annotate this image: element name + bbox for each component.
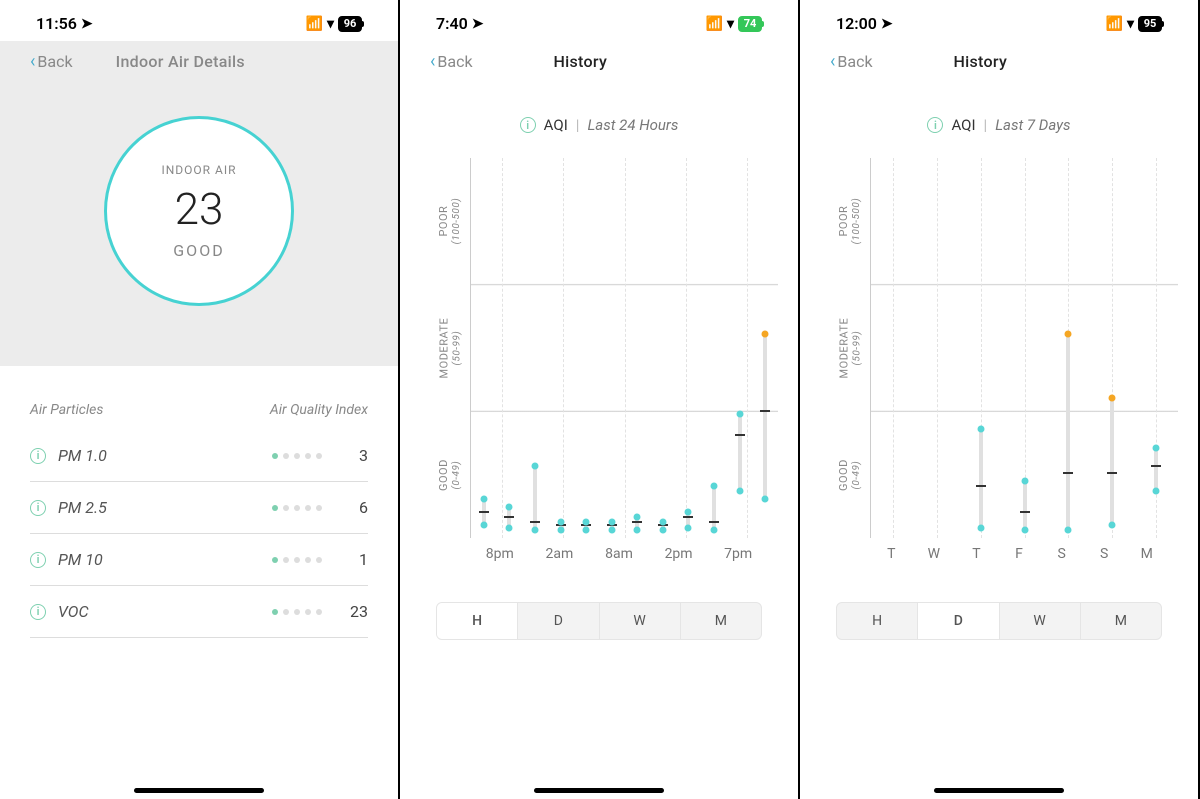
period-label: Last 24 Hours — [587, 116, 678, 134]
particle-row[interactable]: i PM 2.5 6 — [30, 482, 368, 534]
signal-icon: 📶 — [306, 16, 323, 32]
x-label: S — [1040, 546, 1083, 562]
segment-m[interactable]: M — [1080, 603, 1161, 639]
range-segmented-control[interactable]: HDWM — [436, 602, 762, 640]
aqi-status: GOOD — [173, 241, 224, 260]
x-label: 2pm — [649, 546, 709, 562]
divider: | — [576, 116, 580, 134]
particle-name: PM 2.5 — [58, 498, 272, 517]
wifi-icon: ▾ — [727, 16, 734, 32]
home-indicator[interactable] — [134, 788, 264, 793]
y-band: MODERATE(50-99) — [830, 285, 870, 412]
severity-dots — [272, 557, 322, 563]
status-time: 7:40 — [436, 14, 468, 33]
x-label: 7pm — [708, 546, 768, 562]
location-icon: ➤ — [881, 16, 893, 32]
particle-row[interactable]: i PM 10 1 — [30, 534, 368, 586]
status-time: 12:00 — [836, 14, 877, 33]
x-label: 8am — [589, 546, 649, 562]
x-label: 2am — [530, 546, 590, 562]
metric-label: AQI — [544, 116, 568, 134]
battery-icon: 96 — [338, 16, 362, 32]
segment-h[interactable]: H — [837, 603, 917, 639]
y-band: GOOD(0-49) — [830, 411, 870, 538]
particle-row[interactable]: i PM 1.0 3 — [30, 430, 368, 482]
history-subheader: i AQI | Last 24 Hours — [430, 86, 768, 158]
segment-m[interactable]: M — [680, 603, 761, 639]
info-icon[interactable]: i — [520, 117, 536, 133]
divider: | — [984, 116, 988, 134]
severity-dots — [272, 505, 322, 511]
metric-label: AQI — [951, 116, 975, 134]
status-bar: 12:00 ➤ 📶 ▾ 95 — [830, 0, 1168, 41]
signal-icon: 📶 — [1106, 16, 1123, 32]
x-label: F — [998, 546, 1041, 562]
segment-w[interactable]: W — [999, 603, 1080, 639]
home-indicator[interactable] — [534, 788, 664, 793]
status-time: 11:56 — [36, 14, 77, 33]
status-bar: 7:40 ➤ 📶 ▾ 74 — [430, 0, 768, 41]
particle-name: PM 10 — [58, 550, 272, 569]
page-title: History — [833, 52, 1128, 71]
wifi-icon: ▾ — [327, 16, 334, 32]
page-title: History — [433, 52, 728, 71]
aqi-ring[interactable]: INDOOR AIR 23 GOOD — [104, 116, 294, 306]
segment-w[interactable]: W — [599, 603, 680, 639]
page-title: Indoor Air Details — [33, 52, 328, 71]
x-label: 8pm — [470, 546, 530, 562]
segment-d[interactable]: D — [917, 603, 998, 639]
segment-h[interactable]: H — [437, 603, 517, 639]
screen-history-7d: 12:00 ➤ 📶 ▾ 95 ‹ Back History i AQI | La… — [800, 0, 1200, 799]
location-icon: ➤ — [81, 16, 93, 32]
aqi-hero: INDOOR AIR 23 GOOD — [0, 76, 398, 366]
info-icon[interactable]: i — [30, 552, 46, 568]
info-icon[interactable]: i — [30, 448, 46, 464]
aqi-value: 23 — [175, 183, 224, 235]
particle-value: 6 — [338, 498, 368, 517]
range-segmented-control[interactable]: HDWM — [836, 602, 1162, 640]
particle-row[interactable]: i VOC 23 — [30, 586, 368, 638]
particle-name: VOC — [58, 602, 272, 621]
x-label: M — [1125, 546, 1168, 562]
history-subheader: i AQI | Last 7 Days — [830, 86, 1168, 158]
aqi-chart-7d[interactable]: POOR(100-500)MODERATE(50-99)GOOD(0-49) — [830, 158, 1178, 538]
particle-value: 23 — [338, 602, 368, 621]
info-icon[interactable]: i — [927, 117, 943, 133]
nav-header: ‹ Back History — [430, 41, 768, 86]
x-label: T — [870, 546, 913, 562]
aqi-chart-24h[interactable]: POOR(100-500)MODERATE(50-99)GOOD(0-49) — [430, 158, 778, 538]
y-band: GOOD(0-49) — [430, 411, 470, 538]
nav-header: ‹ Back History — [830, 41, 1168, 86]
y-band: POOR(100-500) — [830, 158, 870, 285]
particle-value: 3 — [338, 446, 368, 465]
x-axis-labels: TWTFSSM — [830, 538, 1168, 562]
wifi-icon: ▾ — [1127, 16, 1134, 32]
table-header-left: Air Particles — [30, 402, 103, 418]
segment-d[interactable]: D — [517, 603, 598, 639]
x-axis-labels: 8pm2am8am2pm7pm — [430, 538, 768, 562]
battery-icon: 74 — [738, 16, 762, 32]
signal-icon: 📶 — [706, 16, 723, 32]
aqi-ring-label: INDOOR AIR — [161, 163, 236, 177]
y-band: MODERATE(50-99) — [430, 285, 470, 412]
severity-dots — [272, 453, 322, 459]
status-bar: 11:56 ➤ 📶 ▾ 96 — [30, 0, 368, 41]
battery-icon: 95 — [1138, 16, 1162, 32]
x-label: T — [955, 546, 998, 562]
info-icon[interactable]: i — [30, 604, 46, 620]
screen-history-24h: 7:40 ➤ 📶 ▾ 74 ‹ Back History i AQI | Las… — [400, 0, 800, 799]
info-icon[interactable]: i — [30, 500, 46, 516]
y-band: POOR(100-500) — [430, 158, 470, 285]
x-label: W — [913, 546, 956, 562]
screen-indoor-air: 11:56 ➤ 📶 ▾ 96 ‹ Back Indoor Air Details… — [0, 0, 400, 799]
table-header-right: Air Quality Index — [270, 402, 368, 418]
period-label: Last 7 Days — [995, 116, 1070, 134]
location-icon: ➤ — [472, 16, 484, 32]
particle-value: 1 — [338, 550, 368, 569]
x-label: S — [1083, 546, 1126, 562]
severity-dots — [272, 609, 322, 615]
table-header: Air Particles Air Quality Index — [30, 366, 368, 430]
particle-name: PM 1.0 — [58, 446, 272, 465]
home-indicator[interactable] — [934, 788, 1064, 793]
